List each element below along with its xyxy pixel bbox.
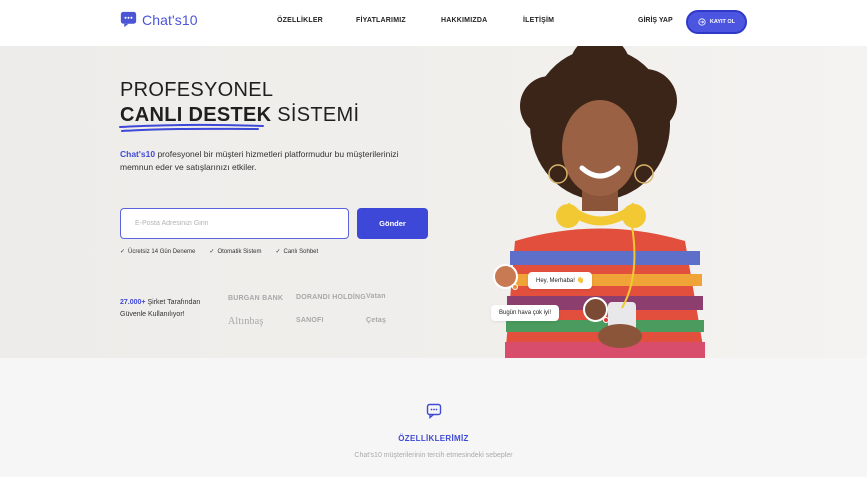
status-dot	[603, 317, 609, 323]
signup-button[interactable]: KAYIT OL	[686, 10, 747, 34]
features-title: ÖZELLİKLERİMİZ	[398, 434, 469, 443]
feature-item: ✓ Ücretsiz 14 Gün Deneme	[120, 248, 196, 256]
desc-brand: Chat's10	[120, 149, 156, 159]
feature-item: ✓ Canlı Sohbet	[275, 248, 319, 256]
nav-contact[interactable]: İLETİŞİM	[523, 17, 554, 24]
chat-features-icon	[426, 403, 442, 419]
check-icon: ✓	[209, 249, 215, 255]
hero-section: PROFESYONEL CANLI DESTEK SİSTEMİ Chat's1…	[0, 46, 867, 358]
login-link[interactable]: GİRİŞ YAP	[638, 17, 673, 24]
status-dot	[512, 284, 518, 290]
trust-text: 27.000+ Şirket Tarafından Güvenle Kullan…	[120, 299, 201, 318]
features-subtitle: Chat's10 müşterilerinin tercih etmesinde…	[354, 452, 513, 459]
check-icon: ✓	[120, 249, 126, 255]
hero-description: Chat's10 profesyonel bir müşteri hizmetl…	[120, 148, 410, 174]
send-button[interactable]: Gönder	[357, 208, 428, 239]
chat-bubble-weather: Bugün hava çok iyi!	[491, 305, 560, 321]
features-section: ÖZELLİKLERİMİZ Chat's10 müşterilerinin t…	[0, 358, 867, 477]
feature-item: ✓ Otomatik Sistem	[209, 248, 262, 256]
arrow-circle-icon	[698, 18, 706, 26]
nav-about[interactable]: HAKKIMIZDA	[441, 17, 487, 24]
partner-logo-burgan: BURGAN BANK	[228, 295, 284, 302]
hero-title-line1: PROFESYONEL	[120, 79, 274, 101]
nav-features[interactable]: ÖZELLİKLER	[277, 17, 323, 24]
nav-pricing[interactable]: FİYATLARIMIZ	[356, 17, 406, 24]
brand-name: Chat's10	[142, 11, 198, 28]
partner-logo-sanofi: SANOFI	[296, 317, 324, 324]
partner-logo-vatan: Vatan	[366, 293, 386, 300]
partner-logo-cetas: Çetaş	[366, 317, 387, 324]
logo[interactable]: Chat's10	[120, 11, 198, 28]
chat-bubble-greeting: Hey, Merhaba! 👋	[528, 272, 593, 289]
email-input[interactable]	[120, 208, 349, 239]
scribble-underline	[119, 123, 264, 132]
features-checklist: ✓ Ücretsiz 14 Gün Deneme ✓ Otomatik Sistem…	[120, 248, 319, 256]
check-icon: ✓	[275, 249, 281, 255]
signup-label: KAYIT OL	[709, 19, 736, 25]
desc-text: profesyonel bir müşteri hizmetleri platf…	[120, 149, 399, 172]
hero-title-rest: SİSTEMİ	[271, 104, 360, 126]
partner-logo-altinbas: Altınbaş	[228, 316, 264, 327]
chat-bubble-logo-icon	[120, 11, 137, 28]
partner-logo-dorandi: DORANDI HOLDİNG	[296, 294, 366, 301]
trust-count: 27.000+	[120, 299, 146, 306]
site-header: Chat's10 ÖZELLİKLER FİYATLARIMIZ HAKKIMI…	[0, 0, 867, 46]
